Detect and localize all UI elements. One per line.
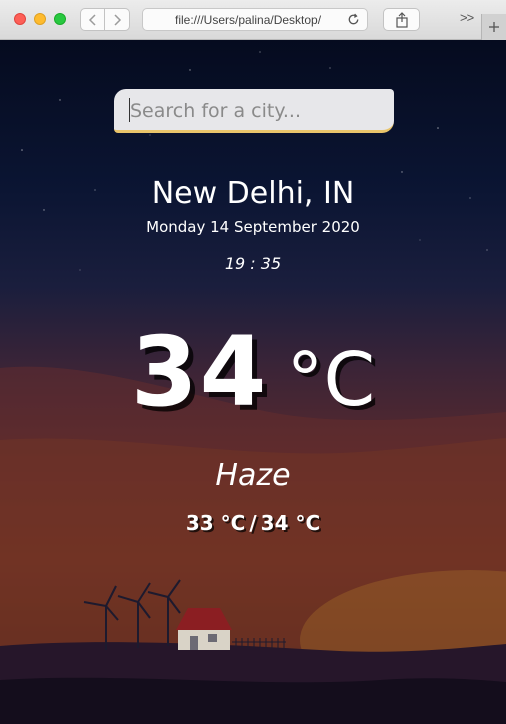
chevron-left-icon: [88, 13, 96, 26]
foreground-shadow: [0, 677, 506, 724]
new-tab-button[interactable]: [481, 14, 506, 40]
share-button[interactable]: [383, 8, 420, 31]
address-bar[interactable]: file:///Users/palina/Desktop/: [142, 8, 368, 31]
date-label: Monday 14 September 2020: [146, 218, 360, 236]
chevron-right-icon: [114, 13, 122, 26]
min-temperature: 33 °C: [185, 511, 246, 535]
temperature-value: 34: [130, 316, 269, 428]
max-temperature: 34 °C: [260, 511, 321, 535]
browser-window: file:///Users/palina/Desktop/ >> Search …: [0, 0, 506, 724]
plus-icon: [489, 22, 499, 32]
forward-button[interactable]: [105, 8, 130, 31]
temperature-unit: °C: [286, 337, 376, 423]
share-icon: [395, 11, 408, 28]
search-input[interactable]: [128, 97, 388, 125]
reload-icon[interactable]: [346, 12, 361, 27]
minimize-window-button[interactable]: [34, 13, 46, 25]
location-title: New Delhi, IN: [151, 176, 355, 211]
current-temperature: 34 °C: [0, 316, 506, 428]
address-bar-url: file:///Users/palina/Desktop/: [175, 13, 322, 27]
text-caret: [129, 98, 130, 122]
weather-page: New Delhi, IN Monday 14 September 2020 1…: [0, 40, 506, 724]
maximize-window-button[interactable]: [54, 13, 66, 25]
browser-toolbar: file:///Users/palina/Desktop/ >>: [0, 0, 506, 40]
min-max-separator: /: [249, 511, 257, 535]
city-search-box[interactable]: [114, 89, 394, 133]
back-button[interactable]: [80, 8, 105, 31]
tab-overflow-button[interactable]: >>: [460, 10, 474, 25]
stars: [21, 51, 488, 271]
close-window-button[interactable]: [14, 13, 26, 25]
time-label: 19 : 35: [224, 254, 282, 273]
weather-condition: Haze: [215, 458, 291, 493]
min-max-temperature: 33 °C/34 °C: [0, 511, 506, 535]
